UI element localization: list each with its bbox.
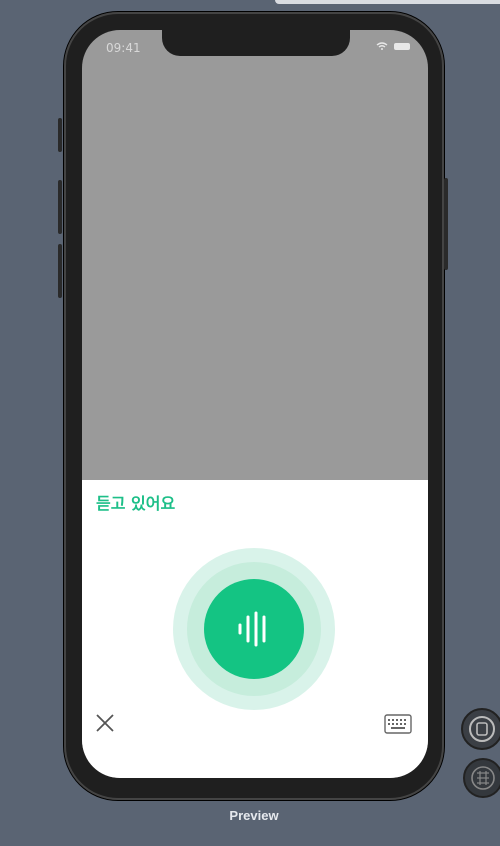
simulator-screenshot-button[interactable] — [463, 758, 500, 798]
keyboard-icon — [384, 714, 412, 734]
status-icons — [376, 42, 410, 50]
phone-screen: 09:41 듣고 있어요 — [82, 30, 428, 778]
volume-up-button — [58, 180, 62, 234]
wifi-icon — [376, 42, 388, 50]
power-button — [444, 178, 448, 270]
window-top-bar — [275, 0, 500, 4]
waveform-icon — [238, 611, 266, 647]
mute-switch — [58, 118, 62, 152]
status-time: 09:41 — [106, 41, 141, 55]
close-button[interactable] — [94, 712, 116, 734]
voice-input-sheet: 듣고 있어요 — [82, 480, 428, 778]
simulator-home-button[interactable] — [461, 708, 500, 750]
mic-button[interactable] — [204, 579, 304, 679]
listening-title: 듣고 있어요 — [96, 494, 176, 513]
notch — [162, 30, 350, 56]
home-icon — [469, 716, 495, 742]
keyboard-button[interactable] — [384, 714, 412, 734]
close-icon — [96, 714, 114, 732]
screenshot-icon — [471, 766, 495, 790]
preview-label: Preview — [229, 808, 279, 823]
volume-down-button — [58, 244, 62, 298]
battery-icon — [394, 42, 410, 50]
